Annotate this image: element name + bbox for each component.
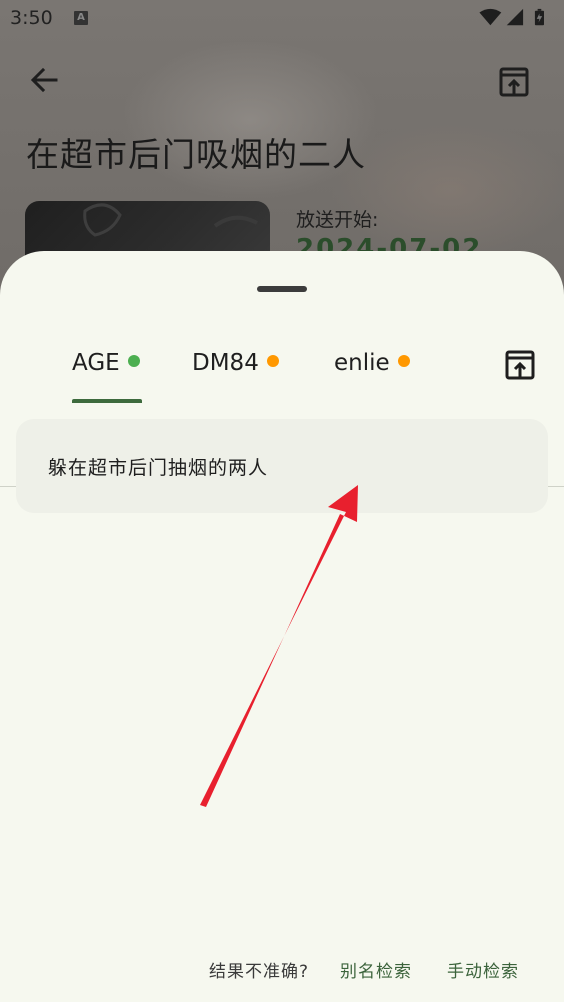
source-bottom-sheet: AGE DM84 enlie 躲在超市后门抽烟的两人 结果不准确? 别名检索 手…: [0, 251, 564, 1002]
open-external-icon[interactable]: [504, 349, 536, 381]
battery-icon: [534, 8, 544, 26]
status-bar: 3:50 A: [0, 0, 564, 38]
tab-label: enlie: [334, 350, 390, 376]
status-dot-icon: [266, 355, 279, 367]
wifi-icon: [479, 8, 502, 26]
a-letter-icon: A: [74, 11, 88, 25]
tab-age[interactable]: AGE: [72, 335, 140, 403]
inaccurate-result-label: 结果不准确?: [209, 962, 310, 982]
signal-icon: [506, 8, 524, 26]
tab-dm84[interactable]: DM84: [192, 335, 279, 403]
tab-label: AGE: [72, 350, 120, 376]
status-time: 3:50: [10, 7, 53, 29]
search-result-item[interactable]: 躲在超市后门抽烟的两人: [16, 419, 548, 513]
open-external-icon[interactable]: [498, 66, 530, 98]
status-dot-icon: [397, 355, 410, 367]
arrow-back-icon[interactable]: [28, 64, 60, 96]
alias-search-button[interactable]: 别名检索: [340, 957, 412, 982]
tab-indicator: [72, 399, 142, 403]
tab-label: DM84: [192, 350, 259, 376]
airing-label: 放送开始:: [296, 209, 379, 231]
source-tabs: AGE DM84 enlie: [0, 335, 564, 487]
tab-enlie[interactable]: enlie: [334, 335, 410, 403]
drag-handle[interactable]: [257, 286, 307, 292]
result-title: 躲在超市后门抽烟的两人: [48, 457, 269, 479]
status-dot-icon: [127, 355, 140, 367]
page-title: 在超市后门吸烟的二人: [26, 135, 366, 174]
manual-search-button[interactable]: 手动检索: [447, 957, 519, 982]
status-icons: [479, 8, 544, 26]
